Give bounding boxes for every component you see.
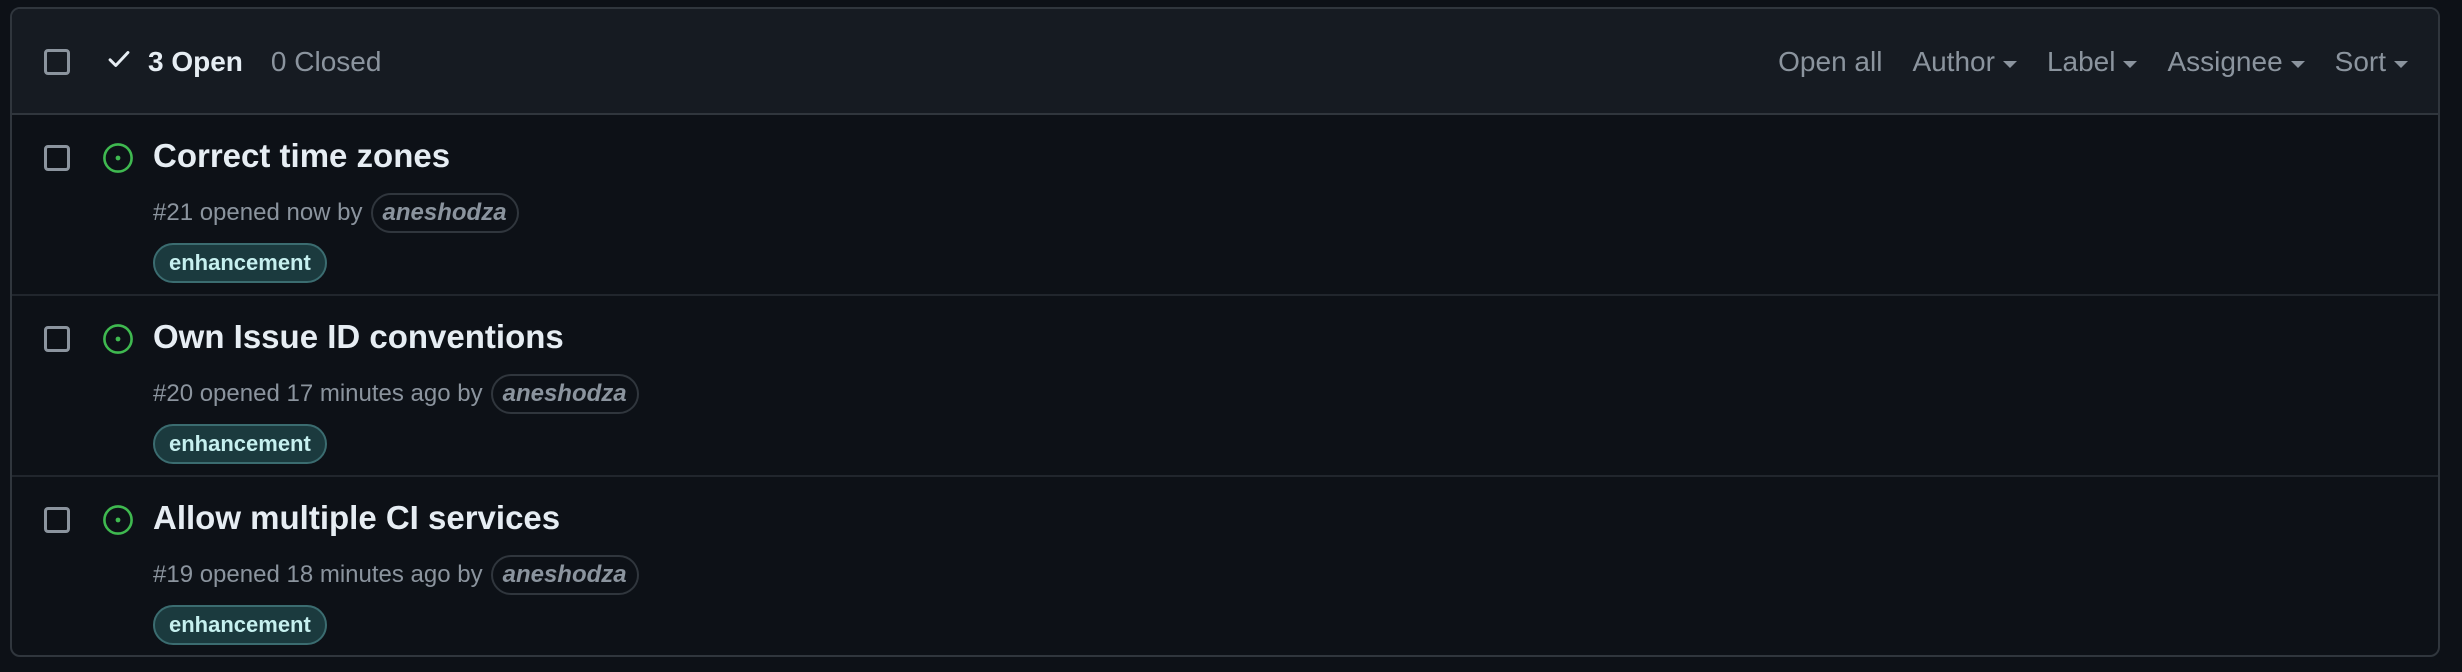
issue-checkbox[interactable] — [44, 507, 70, 533]
issue-author-link[interactable]: aneshodza — [490, 555, 639, 595]
sort-label: Sort — [2334, 46, 2386, 77]
issue-row: Allow multiple CI services #19 opened 18… — [12, 477, 2438, 655]
issue-author-link[interactable]: aneshodza — [490, 374, 639, 414]
open-issues-filter[interactable]: 3 Open — [106, 46, 243, 79]
issue-opened-icon — [102, 323, 134, 355]
assignee-filter-dropdown[interactable]: Assignee — [2167, 46, 2305, 78]
issue-meta-text: #19 opened 18 minutes ago by — [153, 561, 483, 588]
author-filter-dropdown[interactable]: Author — [1912, 46, 2017, 78]
filter-bar: Open all Author Label Assignee Sort — [1778, 9, 2408, 115]
select-all-checkbox[interactable] — [44, 49, 70, 75]
issue-meta: #19 opened 18 minutes ago by aneshodza — [153, 555, 639, 595]
label-filter-dropdown[interactable]: Label — [2047, 46, 2138, 78]
issue-meta-text: #21 opened now by — [153, 199, 363, 226]
issue-title-link[interactable]: Correct time zones — [153, 137, 450, 175]
caret-down-icon — [2290, 60, 2305, 68]
issue-label-badge[interactable]: enhancement — [153, 243, 327, 283]
issue-checkbox[interactable] — [44, 326, 70, 352]
caret-down-icon — [2394, 60, 2408, 68]
caret-down-icon — [2123, 60, 2138, 68]
sort-dropdown[interactable]: Sort — [2335, 46, 2408, 78]
issues-list-header: 3 Open 0 Closed Open all Author Label As… — [12, 9, 2438, 115]
issue-meta: #21 opened now by aneshodza — [153, 193, 519, 233]
open-all-button[interactable]: Open all — [1778, 46, 1882, 78]
issue-title-link[interactable]: Own Issue ID conventions — [153, 318, 564, 356]
issue-title-link[interactable]: Allow multiple CI services — [153, 499, 560, 537]
issue-row: Own Issue ID conventions #20 opened 17 m… — [12, 296, 2438, 477]
label-filter-label: Label — [2046, 46, 2116, 77]
issue-author-link[interactable]: aneshodza — [370, 193, 519, 233]
caret-down-icon — [2002, 60, 2017, 68]
issue-label-badge[interactable]: enhancement — [153, 605, 327, 645]
issue-row: Correct time zones #21 opened now by ane… — [12, 115, 2438, 296]
check-icon — [106, 46, 132, 79]
issue-opened-icon — [102, 142, 134, 174]
open-all-label: Open all — [1778, 46, 1883, 77]
open-issues-label: 3 Open — [148, 46, 243, 77]
closed-issues-filter[interactable]: 0 Closed — [271, 46, 382, 78]
issue-opened-icon — [102, 504, 134, 536]
author-filter-label: Author — [1912, 46, 1995, 77]
issue-state-toggle: 3 Open 0 Closed — [106, 9, 381, 115]
issue-label-badge[interactable]: enhancement — [153, 424, 327, 464]
issue-meta-text: #20 opened 17 minutes ago by — [153, 380, 483, 407]
issue-meta: #20 opened 17 minutes ago by aneshodza — [153, 374, 639, 414]
assignee-filter-label: Assignee — [2167, 46, 2283, 77]
issue-checkbox[interactable] — [44, 145, 70, 171]
issues-list-panel: 3 Open 0 Closed Open all Author Label As… — [10, 7, 2440, 657]
